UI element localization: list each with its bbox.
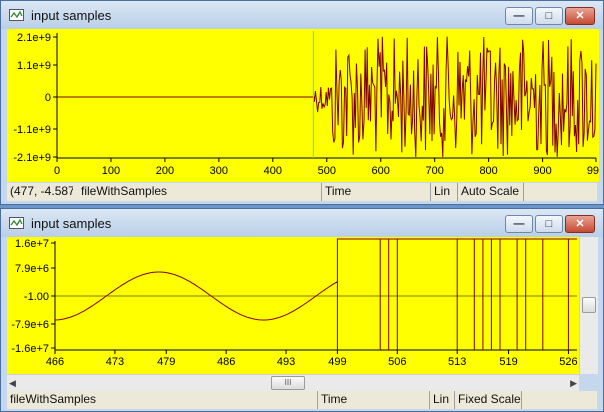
axis-label: Time bbox=[317, 391, 429, 409]
plot-area[interactable]: 1.6e+7 7.9e+6 -1.00 -7.9e+6 -1.6e+7 466 473 47… bbox=[7, 237, 579, 374]
x-tick-label: 100 bbox=[102, 165, 120, 177]
minimize-button[interactable]: — bbox=[505, 215, 533, 233]
x-tick-label: 526 bbox=[559, 356, 577, 368]
maximize-button[interactable]: □ bbox=[535, 7, 563, 25]
close-icon: ✕ bbox=[575, 10, 585, 22]
horizontal-scroll-thumb[interactable]: III bbox=[271, 376, 305, 390]
y-tick-label: 1.1e+9 bbox=[17, 60, 51, 72]
x-tick-label: 700 bbox=[425, 165, 443, 177]
horizontal-scrollbar[interactable]: ◀ III ▶ bbox=[7, 374, 579, 391]
y-tick-label: -2.1e+9 bbox=[13, 152, 51, 164]
window-title: input samples bbox=[31, 216, 112, 231]
minimize-icon: — bbox=[513, 10, 525, 22]
status-empty bbox=[523, 183, 599, 201]
scale-type[interactable]: Lin bbox=[429, 391, 454, 409]
title-bar[interactable]: input samples — □ ✕ bbox=[1, 1, 603, 29]
x-tick-label: 500 bbox=[318, 165, 336, 177]
x-tick-label: 900 bbox=[533, 165, 551, 177]
scroll-right-icon[interactable]: ▶ bbox=[570, 378, 577, 389]
x-tick-label: 999 bbox=[587, 165, 599, 177]
x-tick-label: 499 bbox=[328, 356, 346, 368]
y-tick-label: 7.9e+6 bbox=[15, 263, 49, 275]
x-tick-label: 300 bbox=[210, 165, 228, 177]
scale-type[interactable]: Lin bbox=[430, 183, 457, 201]
file-name: fileWithSamples bbox=[10, 392, 97, 406]
maximize-button[interactable]: □ bbox=[535, 215, 563, 233]
x-tick-label: 400 bbox=[264, 165, 282, 177]
close-icon: ✕ bbox=[575, 218, 585, 230]
top-window: input samples — □ ✕ 2.1e+9 1.1e+9 0 -1.1e+9… bbox=[0, 0, 604, 205]
x-tick-label: 493 bbox=[277, 356, 295, 368]
minimize-icon: — bbox=[513, 218, 525, 230]
title-bar[interactable]: input samples — □ ✕ bbox=[1, 209, 603, 237]
y-tick-label: -1.00 bbox=[24, 291, 49, 303]
window-title: input samples bbox=[31, 8, 112, 23]
x-tick-label: 519 bbox=[499, 356, 517, 368]
x-tick-label: 486 bbox=[217, 356, 235, 368]
waveform-app-icon bbox=[9, 217, 24, 229]
close-button[interactable]: ✕ bbox=[565, 7, 595, 25]
scale-mode[interactable]: Fixed Scale bbox=[454, 391, 521, 409]
vertical-scrollbar[interactable] bbox=[579, 237, 598, 374]
y-tick-label: 1.6e+7 bbox=[15, 238, 49, 250]
cursor-coords: (477, -4.5876e+6) bbox=[10, 184, 73, 198]
axis-label: Time bbox=[321, 183, 430, 201]
maximize-icon: □ bbox=[545, 10, 553, 22]
y-tick-label: -7.9e+6 bbox=[11, 319, 49, 331]
x-tick-label: 800 bbox=[479, 165, 497, 177]
x-tick-label: 473 bbox=[106, 356, 124, 368]
y-tick-label: -1.1e+9 bbox=[13, 124, 51, 136]
x-tick-label: 506 bbox=[388, 356, 406, 368]
waveform-app-icon bbox=[9, 9, 24, 21]
file-name: fileWithSamples bbox=[81, 184, 168, 198]
x-tick-label: 513 bbox=[448, 356, 466, 368]
x-tick-label: 466 bbox=[46, 356, 64, 368]
x-tick-label: 600 bbox=[372, 165, 390, 177]
signal-trace bbox=[54, 238, 577, 350]
x-tick-label: 0 bbox=[54, 165, 60, 177]
plot-area[interactable]: 2.1e+9 1.1e+9 0 -1.1e+9 -2.1e+9 0 100 200 300 40… bbox=[7, 29, 599, 182]
minimize-button[interactable]: — bbox=[505, 7, 533, 25]
scale-mode[interactable]: Auto Scale bbox=[457, 183, 523, 201]
waveform-chart: 1.6e+7 7.9e+6 -1.00 -7.9e+6 -1.6e+7 466 473 47… bbox=[11, 238, 577, 368]
waveform-chart: 2.1e+9 1.1e+9 0 -1.1e+9 -2.1e+9 0 100 200 300 40… bbox=[13, 31, 599, 177]
signal-trace bbox=[57, 36, 597, 158]
status-empty bbox=[521, 391, 599, 409]
y-tick-label: -1.6e+7 bbox=[11, 343, 49, 355]
grip-icon: III bbox=[284, 378, 292, 387]
x-tick-label: 200 bbox=[156, 165, 174, 177]
status-bar: fileWithSamples Time Lin Fixed Scale bbox=[7, 391, 597, 409]
status-bar: (477, -4.5876e+6) fileWithSamples Time L… bbox=[7, 183, 597, 201]
y-tick-label: 2.1e+9 bbox=[17, 32, 51, 44]
y-tick-label: 0 bbox=[45, 92, 51, 104]
scroll-left-icon[interactable]: ◀ bbox=[9, 378, 16, 389]
vertical-scroll-thumb[interactable] bbox=[582, 297, 596, 313]
x-tick-label: 479 bbox=[157, 356, 175, 368]
bottom-window: input samples — □ ✕ 1.6e+7 7.9e+6 -1.00 -7.… bbox=[0, 208, 604, 412]
maximize-icon: □ bbox=[545, 218, 553, 230]
close-button[interactable]: ✕ bbox=[565, 215, 595, 233]
